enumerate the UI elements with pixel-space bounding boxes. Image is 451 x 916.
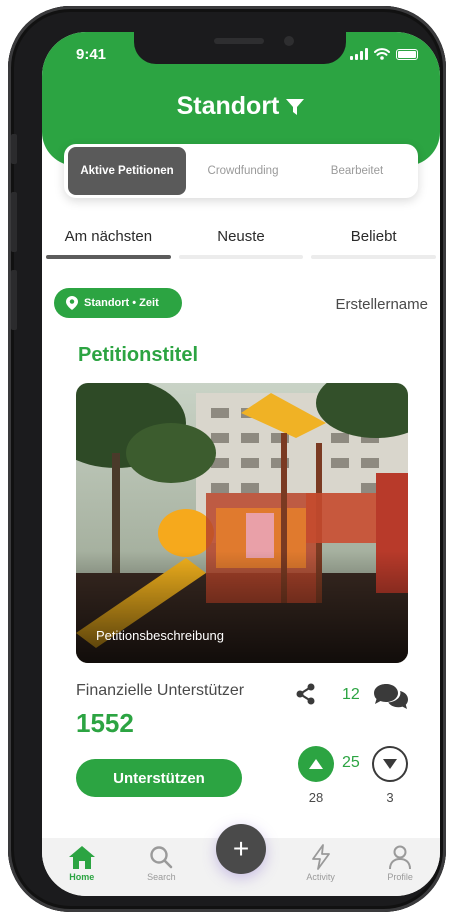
volume-down-button: [11, 270, 17, 330]
nav-home[interactable]: Home: [42, 844, 122, 882]
battery-icon: [396, 48, 418, 60]
tab-label: Beliebt: [350, 228, 397, 245]
status-icons: [350, 48, 418, 60]
location-pin-icon: [66, 296, 78, 310]
vote-score: 25: [342, 754, 360, 771]
phone-frame: 9:41 Standort Aktive Petitionen Crowdfun…: [8, 6, 446, 912]
support-button[interactable]: Unterstützen: [76, 759, 242, 797]
lightning-icon: [311, 844, 330, 870]
status-time: 9:41: [76, 46, 107, 63]
segmented-control: Aktive Petitionen Crowdfunding Bearbeite…: [64, 144, 418, 198]
tab-beliebt[interactable]: Beliebt: [307, 228, 440, 259]
petition-description: Petitionsbeschreibung: [96, 628, 224, 643]
arrow-down-icon: [383, 759, 397, 769]
supporters-label: Finanzielle Unterstützer: [76, 682, 245, 699]
mute-switch: [11, 134, 17, 164]
screen: 9:41 Standort Aktive Petitionen Crowdfun…: [42, 32, 440, 896]
tab-indicator: [311, 255, 437, 259]
wifi-icon: [374, 48, 390, 60]
downvote-count: 3: [386, 790, 394, 805]
home-icon: [68, 846, 95, 869]
filter-icon[interactable]: [285, 97, 305, 117]
tab-label: Neuste: [217, 228, 265, 245]
tab-am-naechsten[interactable]: Am nächsten: [42, 228, 175, 259]
petition-title[interactable]: Petitionstitel: [78, 344, 198, 367]
comments-count: 12: [342, 686, 360, 703]
tab-neuste[interactable]: Neuste: [175, 228, 308, 259]
tab-indicator: [178, 255, 304, 259]
sort-tabs: Am nächsten Neuste Beliebt: [42, 228, 440, 259]
profile-icon: [389, 845, 412, 870]
nav-label: Home: [69, 872, 95, 882]
nav-activity[interactable]: Activity: [281, 844, 361, 882]
nav-label: Activity: [306, 872, 335, 882]
title-row: Standort: [42, 92, 440, 121]
nav-profile[interactable]: Profile: [360, 844, 440, 882]
supporters-count: 1552: [76, 708, 134, 738]
creator-name[interactable]: Erstellername: [335, 296, 428, 313]
volume-up-button: [11, 192, 17, 252]
upvote-count: 28: [308, 790, 324, 805]
location-chip[interactable]: Standort • Zeit: [54, 288, 182, 318]
plus-icon: +: [232, 833, 250, 864]
add-petition-button[interactable]: +: [216, 824, 266, 874]
tab-label: Am nächsten: [64, 228, 153, 245]
petition-image[interactable]: Petitionsbeschreibung: [76, 383, 408, 663]
upvote-button[interactable]: [298, 746, 334, 782]
search-icon: [150, 846, 173, 869]
segment-bearbeitet[interactable]: Bearbeitet: [300, 147, 414, 195]
notch: [134, 32, 346, 64]
signal-icon: [350, 48, 368, 60]
arrow-up-icon: [309, 759, 323, 769]
share-icon[interactable]: [294, 682, 318, 706]
playground-photo: [76, 383, 408, 663]
segment-aktive-petitionen[interactable]: Aktive Petitionen: [68, 147, 186, 195]
tab-indicator: [46, 255, 171, 259]
nav-search[interactable]: Search: [122, 844, 202, 882]
nav-label: Profile: [387, 872, 413, 882]
segment-crowdfunding[interactable]: Crowdfunding: [186, 147, 300, 195]
page-title: Standort: [176, 92, 280, 120]
nav-label: Search: [147, 872, 176, 882]
location-chip-label: Standort • Zeit: [84, 297, 159, 309]
comments-icon[interactable]: [372, 680, 410, 712]
downvote-button[interactable]: [372, 746, 408, 782]
